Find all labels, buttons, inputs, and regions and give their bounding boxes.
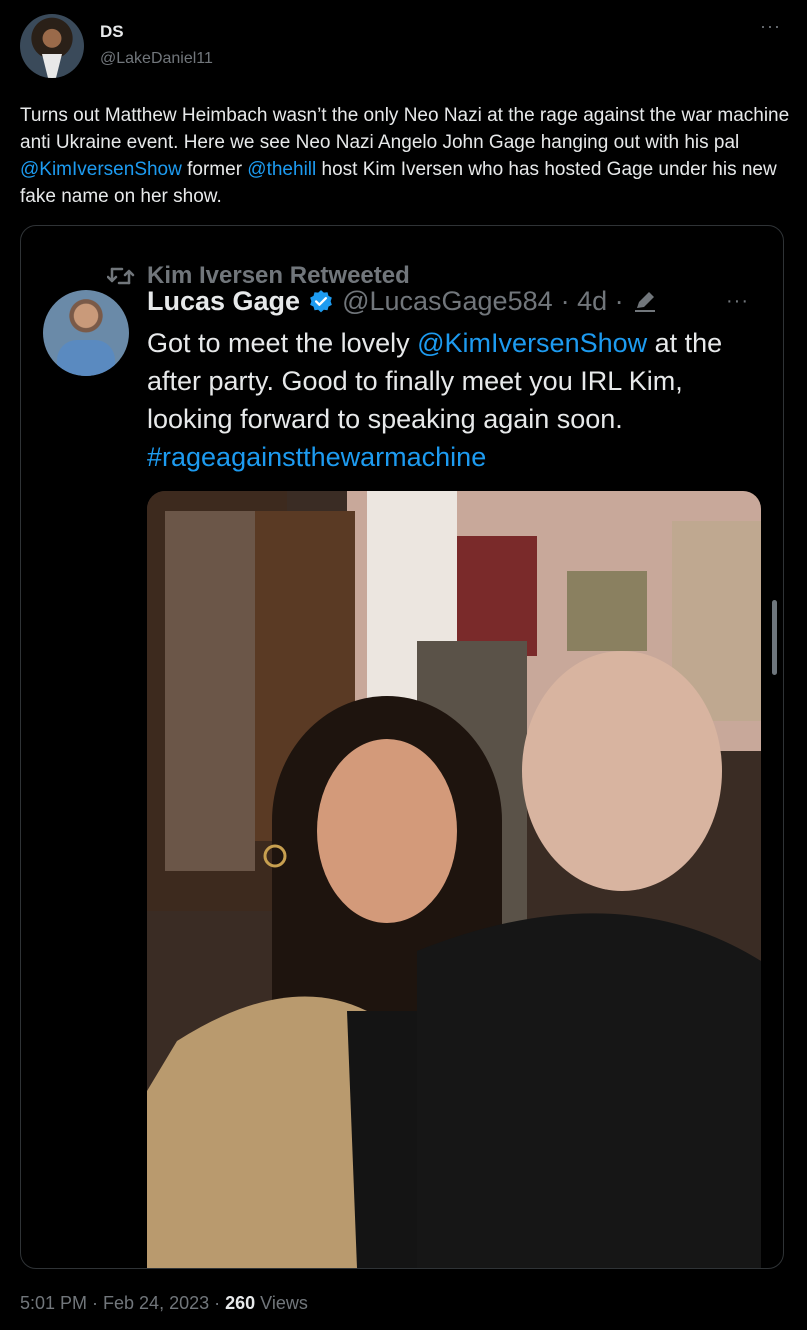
- tweet-text: Turns out Matthew Heimbach wasn’t the on…: [20, 102, 790, 210]
- scrollbar-thumb[interactable]: [772, 600, 777, 675]
- verified-badge-icon: [310, 289, 332, 312]
- edit-pencil-icon: [634, 291, 655, 312]
- quoted-author-name[interactable]: Lucas Gage: [147, 286, 300, 317]
- author-avatar[interactable]: [20, 14, 84, 78]
- mention-link[interactable]: @KimIversenShow: [417, 328, 647, 358]
- quoted-tweet-card[interactable]: Kim Iversen Retweeted Lucas Gage @LucasG…: [20, 225, 784, 1269]
- quoted-more-icon[interactable]: ···: [726, 290, 749, 313]
- tweet-meta: 5:01 PM · Feb 24, 2023 · 260 Views: [20, 1293, 308, 1314]
- tweet-text-part: former: [181, 159, 248, 180]
- tweet-text-part: Turns out Matthew Heimbach wasn’t the on…: [20, 105, 790, 153]
- hashtag-link[interactable]: #rageagainstthewarmachine: [147, 442, 486, 472]
- tweet-photo[interactable]: [147, 491, 761, 1268]
- retweet-icon: [107, 267, 135, 285]
- quoted-tweet-text: Got to meet the lovely @KimIversenShow a…: [147, 324, 757, 476]
- views-label: Views: [255, 1293, 308, 1313]
- views-count: 260: [225, 1293, 256, 1313]
- quoted-author-handle[interactable]: @LucasGage584: [342, 286, 553, 317]
- author-name[interactable]: DS: [100, 22, 124, 42]
- author-handle[interactable]: @LakeDaniel11: [100, 50, 213, 68]
- photo-illustration: [147, 491, 761, 1268]
- more-icon[interactable]: ···: [760, 16, 781, 37]
- quoted-text-part: Got to meet the lovely: [147, 328, 418, 358]
- mention-link[interactable]: @thehill: [247, 159, 316, 180]
- tweet-timestamp[interactable]: 5:01 PM · Feb 24, 2023 ·: [20, 1293, 225, 1313]
- mention-link[interactable]: @KimIversenShow: [20, 159, 182, 180]
- quoted-author-header: Lucas Gage @LucasGage584 · 4d ·: [147, 286, 658, 317]
- quoted-author-avatar[interactable]: [43, 290, 129, 376]
- tweet-age[interactable]: · 4d ·: [561, 286, 624, 317]
